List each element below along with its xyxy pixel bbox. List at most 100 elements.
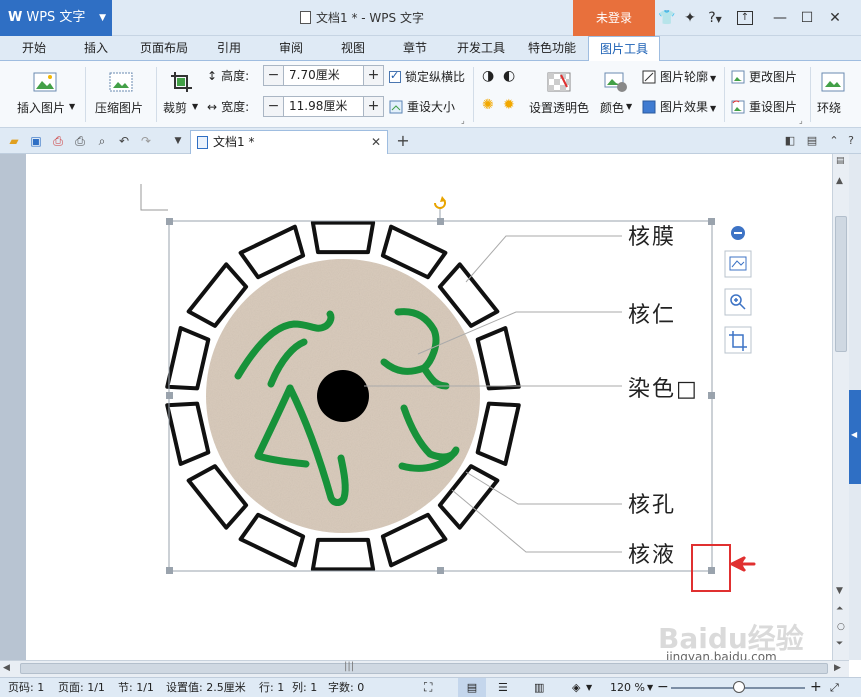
tab-special[interactable]: 特色功能	[521, 36, 583, 61]
height-input[interactable]: 7.70厘米	[289, 66, 340, 85]
zoom-picture-button[interactable]	[724, 288, 752, 316]
tab-references[interactable]: 引用	[207, 36, 251, 61]
skin-icon[interactable]: 👕	[658, 9, 676, 27]
wrap-button[interactable]: 环绕	[815, 65, 861, 121]
help-button[interactable]: ?▼	[704, 9, 726, 27]
chat-icon[interactable]: ✦	[681, 9, 699, 27]
vertical-scrollbar[interactable]: ▤ ▲ ▼ ⏶ ○ ⏷	[832, 154, 849, 660]
resize-handle-top-left[interactable]	[166, 218, 173, 225]
fit-page-icon[interactable]: ⤢	[830, 678, 839, 697]
previous-page-icon[interactable]: ⏶	[836, 604, 843, 614]
redo-icon[interactable]: ↷	[138, 133, 154, 149]
scroll-down-icon[interactable]: ▼	[836, 586, 843, 596]
zoom-level[interactable]: 120 %	[610, 678, 645, 697]
reset-picture-button[interactable]: 重设图片	[731, 98, 797, 115]
document-tab[interactable]: 文档1 * ✕	[190, 130, 388, 154]
scroll-up-icon[interactable]: ▲	[836, 176, 843, 186]
width-decrease-button[interactable]: −	[264, 97, 284, 116]
zoom-out-icon[interactable]: −	[657, 678, 669, 697]
browse-object-icon[interactable]: ○	[837, 622, 845, 632]
login-button[interactable]: 未登录	[573, 0, 655, 36]
lock-ratio-checkbox[interactable]: 锁定纵横比	[389, 68, 465, 85]
set-transparent-button[interactable]: 设置透明色	[527, 65, 593, 121]
ribbon-collapse-icon[interactable]: ⌃	[826, 133, 842, 149]
save-icon[interactable]: ▣	[28, 133, 44, 149]
chevron-down-icon[interactable]: ▼	[647, 678, 653, 697]
app-menu-button[interactable]: W WPS 文字 ▼	[0, 0, 112, 36]
view-mode-icon[interactable]: ◧	[782, 133, 798, 149]
reset-size-button[interactable]: 重设大小	[389, 98, 455, 115]
web-view-icon[interactable]: ▥	[534, 678, 544, 697]
layout-options-button[interactable]	[724, 250, 752, 278]
brightness-decrease-icon[interactable]: ✹	[503, 97, 515, 113]
split-view-icon[interactable]: ▤	[836, 156, 845, 166]
height-increase-button[interactable]: +	[363, 66, 383, 85]
scroll-right-icon[interactable]: ▶	[834, 663, 841, 673]
fullscreen-view-icon[interactable]: ⛶	[424, 678, 432, 697]
color-button[interactable]: 颜色 ▼	[598, 65, 638, 121]
maximize-icon[interactable]: ☐	[798, 9, 816, 27]
upload-icon[interactable]: ↑	[737, 11, 753, 25]
horizontal-scroll-thumb[interactable]	[20, 663, 828, 674]
vertical-scroll-thumb[interactable]	[835, 216, 847, 352]
customize-dropdown-icon[interactable]: ▼	[170, 133, 186, 149]
picture-outline-button[interactable]: 图片轮廓 ▼	[642, 68, 716, 85]
crop-picture-button[interactable]	[724, 326, 752, 354]
page-view-icon[interactable]: ▤	[458, 678, 486, 697]
resize-handle-bottom-right[interactable]	[708, 567, 715, 574]
height-stepper[interactable]: − 7.70厘米 +	[263, 65, 384, 86]
height-decrease-button[interactable]: −	[264, 66, 284, 85]
width-increase-button[interactable]: +	[363, 97, 383, 116]
resize-handle-left[interactable]	[166, 392, 173, 399]
tab-insert[interactable]: 插入	[74, 36, 118, 61]
tab-home[interactable]: 开始	[12, 36, 56, 61]
close-tab-icon[interactable]: ✕	[371, 131, 381, 153]
expand-dialog-icon[interactable]: ⌟	[799, 116, 803, 125]
export-pdf-icon[interactable]: ⎙	[50, 133, 66, 149]
resize-handle-top[interactable]	[437, 218, 444, 225]
brightness-increase-icon[interactable]: ✺	[482, 97, 494, 113]
contrast-decrease-icon[interactable]: ◐	[503, 68, 515, 84]
change-picture-button[interactable]: 更改图片	[731, 68, 797, 85]
help-icon[interactable]: ?	[843, 133, 859, 149]
next-page-icon[interactable]: ⏷	[836, 639, 843, 649]
ribbon-picture-tools: 插入图片 ▼ 压缩图片 裁剪 ▼ ↕ 高度: − 7.70厘米 + ↔ 宽度: − …	[0, 61, 861, 128]
horizontal-scrollbar[interactable]: ◀ ||| ▶	[0, 660, 849, 677]
new-tab-icon[interactable]: +	[395, 133, 411, 149]
resize-handle-bottom[interactable]	[437, 567, 444, 574]
zoom-slider-thumb[interactable]	[733, 681, 745, 693]
outline-view-icon[interactable]: ☰	[498, 678, 508, 697]
insert-picture-button[interactable]: 插入图片 ▼	[14, 65, 76, 121]
tab-view[interactable]: 视图	[331, 36, 375, 61]
open-folder-icon[interactable]: ▰	[6, 133, 22, 149]
document-page[interactable]: 核膜 核仁 染色□ 核孔 核液 Baidu经验	[26, 154, 832, 660]
tab-section[interactable]: 章节	[393, 36, 437, 61]
chevron-down-icon[interactable]: ▼	[586, 678, 592, 697]
width-input[interactable]: 11.98厘米	[289, 97, 347, 116]
close-icon[interactable]: ✕	[826, 9, 844, 27]
scroll-left-icon[interactable]: ◀	[3, 663, 10, 673]
resize-handle-top-right[interactable]	[708, 218, 715, 225]
compress-picture-button[interactable]: 压缩图片	[92, 65, 150, 121]
minimize-icon[interactable]: —	[771, 9, 789, 27]
resize-handle-right[interactable]	[708, 392, 715, 399]
print-preview-icon[interactable]: ⌕	[94, 133, 110, 149]
width-icon: ↔	[207, 100, 218, 114]
tab-picture-tools[interactable]: 图片工具	[588, 36, 660, 61]
leader-line	[465, 235, 622, 283]
width-stepper[interactable]: − 11.98厘米 +	[263, 96, 384, 117]
rotate-handle[interactable]	[434, 196, 446, 218]
tab-developer[interactable]: 开发工具	[450, 36, 512, 61]
zoom-in-icon[interactable]: +	[810, 678, 822, 697]
resize-handle-bottom-left[interactable]	[166, 567, 173, 574]
fullscreen-icon[interactable]: ▤	[804, 133, 820, 149]
picture-effect-button[interactable]: 图片效果 ▼	[642, 98, 716, 115]
expand-dialog-icon[interactable]: ⌟	[461, 116, 465, 125]
print-icon[interactable]: ⎙	[72, 133, 88, 149]
crop-button[interactable]: 裁剪 ▼	[160, 65, 202, 121]
tab-review[interactable]: 审阅	[269, 36, 313, 61]
undo-icon[interactable]: ↶	[116, 133, 132, 149]
contrast-increase-icon[interactable]: ◑	[482, 68, 494, 84]
tab-page-layout[interactable]: 页面布局	[134, 36, 194, 61]
reading-view-icon[interactable]: ◈	[572, 678, 580, 697]
